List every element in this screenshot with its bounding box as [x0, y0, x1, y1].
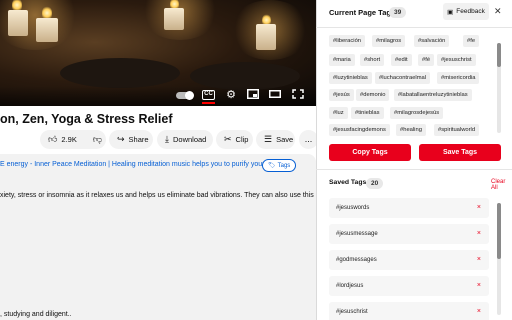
- tag-chip[interactable]: #jesusfacingdemons: [329, 124, 390, 136]
- description-text-end: , studying and diligent..: [0, 311, 72, 318]
- saved-tag-label: #jesusmessage: [336, 231, 378, 237]
- panel-header-divider: [316, 27, 512, 28]
- clear-all-link[interactable]: Clear All: [491, 179, 512, 191]
- current-tags-list: #liberación #milagros #salvación #fe #ma…: [329, 33, 493, 138]
- tag-chip[interactable]: #edit: [391, 54, 412, 66]
- stones: [60, 58, 180, 88]
- clip-label: Clip: [235, 135, 249, 144]
- saved-tag-label: #godmessages: [336, 257, 377, 263]
- scrollbar-thumb[interactable]: [497, 43, 501, 67]
- save-button[interactable]: ☰ Save: [256, 130, 295, 149]
- saved-tags-title: Saved Tags: [329, 179, 367, 186]
- saved-tag-item[interactable]: #godmessages ×: [329, 250, 489, 270]
- feedback-button[interactable]: ▣ Feedback: [443, 3, 489, 20]
- description-hashtag-line[interactable]: E energy - Inner Peace Meditation | Heal…: [0, 161, 282, 168]
- saved-tag-item[interactable]: #lordjesus ×: [329, 276, 489, 296]
- tag-chip[interactable]: #luz: [329, 107, 348, 119]
- close-icon[interactable]: ✕: [494, 6, 502, 17]
- saved-tag-label: #lordjesus: [336, 283, 364, 289]
- candle: [8, 10, 28, 36]
- video-title: on, Zen, Yoga & Stress Relief: [0, 112, 173, 126]
- candle: [164, 8, 184, 30]
- tag-chip[interactable]: #luzytinieblas: [329, 72, 372, 84]
- autoplay-toggle[interactable]: [176, 91, 194, 100]
- screen: CC ⚙ on, Zen, Yoga & Stress Relief 👍︎ 2.…: [0, 0, 512, 320]
- save-tags-button[interactable]: Save Tags: [419, 144, 501, 161]
- candle: [36, 18, 58, 42]
- thumbs-up-icon[interactable]: 👍︎: [48, 134, 57, 145]
- remove-icon[interactable]: ×: [477, 250, 481, 270]
- tag-chip[interactable]: #milagrosdejesús: [390, 107, 444, 119]
- captions-active-indicator: [202, 102, 215, 104]
- tag-chip[interactable]: #labatallaentreluzytinieblas: [394, 89, 472, 101]
- fullscreen-icon[interactable]: [291, 89, 305, 101]
- chat-icon: ▣: [447, 8, 454, 16]
- tag-chip[interactable]: #fé: [418, 54, 435, 66]
- like-dislike-group[interactable]: 👍︎ 2.9K 👎︎: [40, 130, 106, 149]
- current-tags-title: Current Page Tags: [329, 8, 396, 17]
- tag-chip[interactable]: #milagros: [372, 35, 406, 47]
- remove-icon[interactable]: ×: [477, 302, 481, 320]
- remove-icon[interactable]: ×: [477, 276, 481, 296]
- saved-tags-scrollbar[interactable]: [497, 203, 501, 315]
- tag-chip[interactable]: #healing: [396, 124, 426, 136]
- playlist-add-icon: ☰: [264, 134, 273, 144]
- share-button[interactable]: ↪ Share: [109, 130, 153, 149]
- theater-mode-icon[interactable]: [268, 89, 282, 101]
- tag-chip[interactable]: #jesuschrist: [437, 54, 476, 66]
- saved-tag-item[interactable]: #jesuschrist ×: [329, 302, 489, 320]
- saved-tag-item[interactable]: #jesusmessage ×: [329, 224, 489, 244]
- feedback-label: Feedback: [456, 8, 485, 15]
- download-icon: ⤓: [165, 134, 169, 144]
- like-count: 2.9K: [61, 135, 77, 144]
- tags-extension-panel: Current Page Tags 39 ▣ Feedback ✕ #liber…: [316, 0, 512, 320]
- tags-chip-label: Tags: [277, 162, 291, 169]
- description-text: xiety, stress or insomnia as it relaxes …: [0, 192, 334, 199]
- copy-tags-button[interactable]: Copy Tags: [329, 144, 411, 161]
- share-icon: ↪: [117, 134, 125, 144]
- tag-chip[interactable]: #maria: [329, 54, 355, 66]
- share-label: Share: [128, 135, 149, 144]
- thumbs-down-icon[interactable]: 👎︎: [93, 134, 102, 145]
- tag-chip[interactable]: #demonio: [356, 89, 390, 101]
- saved-tag-label: #jesuschrist: [336, 309, 368, 315]
- scrollbar-thumb[interactable]: [497, 203, 501, 259]
- tag-chip[interactable]: #misericordia: [437, 72, 480, 84]
- panel-section-divider: [316, 169, 512, 170]
- tag-icon: 🏷︎: [268, 163, 276, 169]
- download-button[interactable]: ⤓ Download: [157, 130, 213, 149]
- tags-chip[interactable]: 🏷︎ Tags: [262, 159, 297, 172]
- tag-chip[interactable]: #luchacontraelmal: [375, 72, 431, 84]
- save-label: Save: [276, 135, 294, 144]
- clip-button[interactable]: ✂ Clip: [216, 130, 253, 149]
- remove-icon[interactable]: ×: [477, 198, 481, 218]
- tag-chip[interactable]: #tinieblas: [351, 107, 384, 119]
- tag-chip[interactable]: #liberación: [329, 35, 366, 47]
- download-label: Download: [172, 135, 207, 144]
- scissors-icon: ✂: [224, 134, 232, 144]
- captions-button[interactable]: CC: [202, 90, 215, 100]
- tag-chip[interactable]: #jesús: [329, 89, 354, 101]
- tag-chip[interactable]: #short: [360, 54, 385, 66]
- candle: [256, 24, 276, 50]
- tag-chip[interactable]: #salvación: [414, 35, 450, 47]
- saved-tags-count: 20: [366, 178, 384, 189]
- saved-tags-list: #jesuswords × #jesusmessage × #godmessages…: [329, 197, 491, 320]
- miniplayer-icon[interactable]: [246, 89, 260, 101]
- current-tags-scrollbar[interactable]: [497, 43, 501, 133]
- current-tags-count: 39: [389, 7, 407, 18]
- video-player[interactable]: CC ⚙: [0, 0, 316, 106]
- tag-chip[interactable]: #fe: [463, 35, 480, 47]
- saved-tag-item[interactable]: #jesuswords ×: [329, 198, 489, 218]
- description-box[interactable]: [0, 154, 316, 320]
- remove-icon[interactable]: ×: [477, 224, 481, 244]
- saved-tag-label: #jesuswords: [336, 205, 370, 211]
- settings-gear-icon[interactable]: ⚙: [224, 89, 238, 101]
- tag-chip[interactable]: #spiritualworld: [434, 124, 480, 136]
